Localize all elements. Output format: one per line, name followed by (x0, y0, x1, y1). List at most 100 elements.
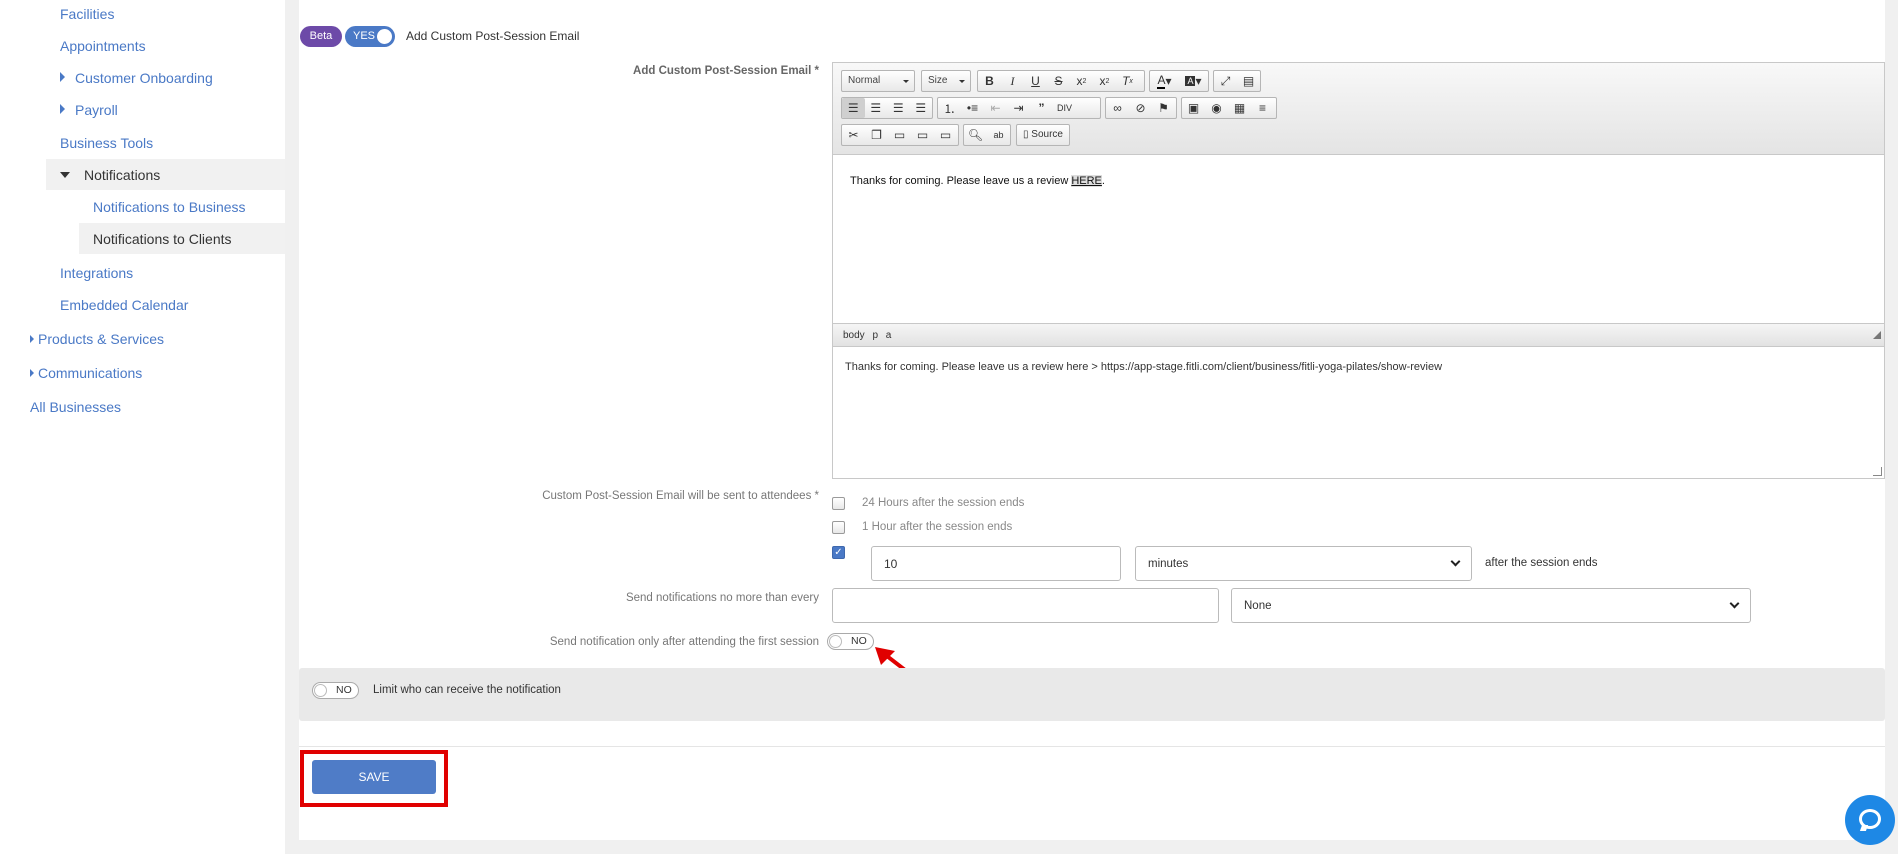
text-style-group: B I U S x2 x2 Tx (977, 70, 1145, 92)
sidebar-item-facilities[interactable]: Facilities (60, 6, 114, 22)
sidebar-item-integrations[interactable]: Integrations (60, 265, 133, 281)
caret-down-icon (60, 172, 70, 178)
chevron-down-icon (903, 80, 909, 83)
sidebar-item-customer-onboarding[interactable]: Customer Onboarding (60, 70, 213, 86)
custom-time-value-input[interactable]: 10 (871, 546, 1121, 581)
limit-label: Limit who can receive the notification (373, 684, 561, 696)
editor-label: Add Custom Post-Session Email * (633, 65, 819, 77)
sidebar-item-notifications[interactable]: Notifications (60, 167, 160, 183)
italic-icon[interactable]: I (1001, 71, 1024, 91)
chevron-down-icon (1450, 556, 1461, 567)
sidebar-item-payroll[interactable]: Payroll (60, 102, 118, 118)
sidebar-item-products-services[interactable]: Products & Services (30, 331, 164, 347)
source-button[interactable]: ▯ Source (1016, 124, 1070, 146)
review-link[interactable]: HERE (1071, 175, 1102, 187)
align-justify-icon[interactable]: ☰ (910, 98, 933, 118)
align-left-icon[interactable]: ☰ (842, 98, 865, 118)
sidebar: Facilities Appointments Customer Onboard… (0, 0, 285, 854)
remove-format-icon[interactable]: Tx (1116, 71, 1139, 91)
sidebar-item-communications[interactable]: Communications (30, 365, 142, 381)
frequency-unit-select[interactable]: None (1231, 588, 1751, 623)
first-session-label: Send notification only after attending t… (549, 636, 819, 648)
blockquote-icon[interactable]: ” (1030, 98, 1053, 118)
show-blocks-icon[interactable]: ▤ (1237, 71, 1260, 91)
option-1h-label: 1 Hour after the session ends (862, 521, 1013, 533)
align-center-icon[interactable]: ☰ (865, 98, 888, 118)
frequency-value-input[interactable] (832, 588, 1219, 623)
toggle-knob (314, 684, 327, 697)
outdent-icon[interactable]: ⇤ (984, 98, 1007, 118)
align-group: ☰ ☰ ☰ ☰ (841, 97, 933, 119)
frequency-label: Send notifications no more than every (625, 592, 819, 604)
element-path-bar: body p a (833, 323, 1884, 347)
sidebar-item-appointments[interactable]: Appointments (60, 38, 146, 54)
first-session-toggle[interactable]: NO (827, 633, 874, 650)
chat-tail (1859, 825, 1869, 831)
list-group: ⒈ •≡ ⇤ ⇥ ” DIV (937, 97, 1101, 119)
background-color-icon[interactable]: A ▾ (1179, 71, 1208, 91)
insert-group: ▣ ◉ ▦ ≡ (1181, 97, 1277, 119)
anchor-flag-icon[interactable]: ⚑ (1152, 98, 1175, 118)
editor-content[interactable]: Thanks for coming. Please leave us a rev… (833, 155, 1884, 323)
limit-recipients-toggle[interactable]: NO (312, 682, 359, 699)
copy-icon[interactable]: ❐ (865, 125, 888, 145)
bulleted-list-icon[interactable]: •≡ (961, 98, 984, 118)
color-group: A ▾ A ▾ (1149, 70, 1209, 92)
caret-right-icon (60, 104, 65, 114)
unlink-icon[interactable]: ⊘ (1129, 98, 1152, 118)
cut-icon[interactable]: ✂ (842, 125, 865, 145)
chevron-down-icon (1729, 598, 1740, 609)
paste-word-icon[interactable]: ▭ (934, 125, 957, 145)
chevron-down-icon (959, 80, 965, 83)
horizontal-rule-icon[interactable]: ≡ (1251, 98, 1274, 118)
maximize-icon[interactable]: ⤢ (1214, 71, 1237, 91)
superscript-icon[interactable]: x2 (1093, 71, 1116, 91)
resize-corner-icon[interactable] (1873, 331, 1881, 339)
replace-icon[interactable]: ab (987, 125, 1010, 145)
find-group: 🔍︎ ab (963, 124, 1011, 146)
toggle-knob (829, 635, 842, 648)
caret-right-icon (30, 335, 34, 343)
divider (299, 746, 1885, 747)
underline-icon[interactable]: U (1024, 71, 1047, 91)
sidebar-item-all-businesses[interactable]: All Businesses (30, 399, 121, 415)
sidebar-item-notifications-to-clients[interactable]: Notifications to Clients (93, 231, 232, 247)
textarea-resize-icon[interactable] (1873, 467, 1882, 476)
option-24h-checkbox[interactable] (832, 497, 845, 510)
bold-icon[interactable]: B (978, 71, 1001, 91)
size-select[interactable]: Size (921, 70, 971, 92)
table-icon[interactable]: ▦ (1228, 98, 1251, 118)
sidebar-item-notifications-to-business[interactable]: Notifications to Business (93, 199, 246, 215)
numbered-list-icon[interactable]: ⒈ (938, 98, 961, 118)
sidebar-item-business-tools[interactable]: Business Tools (60, 135, 153, 151)
toggle-knob (377, 29, 392, 44)
clipboard-group: ✂ ❐ ▭ ▭ ▭ (841, 124, 959, 146)
schedule-label: Custom Post-Session Email will be sent t… (542, 490, 819, 502)
flash-icon[interactable]: ◉ (1205, 98, 1228, 118)
strikethrough-icon[interactable]: S (1047, 71, 1070, 91)
paste-icon[interactable]: ▭ (888, 125, 911, 145)
editor-toolbar: Normal Size B I U S x2 x2 Tx A ▾ A ▾ ⤢ ▤ ☰… (833, 63, 1884, 155)
image-icon[interactable]: ▣ (1182, 98, 1205, 118)
check-icon: ✓ (834, 547, 843, 558)
div-container-icon[interactable]: DIV (1053, 98, 1076, 118)
sidebar-item-embedded-calendar[interactable]: Embedded Calendar (60, 297, 188, 313)
paste-text-icon[interactable]: ▭ (911, 125, 934, 145)
align-right-icon[interactable]: ☰ (887, 98, 910, 118)
text-color-icon[interactable]: A ▾ (1150, 71, 1179, 91)
section-title: Add Custom Post-Session Email (406, 29, 580, 43)
subscript-icon[interactable]: x2 (1070, 71, 1093, 91)
indent-icon[interactable]: ⇥ (1007, 98, 1030, 118)
chat-support-button[interactable] (1845, 795, 1895, 845)
view-group: ⤢ ▤ (1213, 70, 1261, 92)
custom-time-checkbox[interactable]: ✓ (832, 546, 845, 559)
custom-time-unit-select[interactable]: minutes (1135, 546, 1472, 581)
rich-text-editor: Normal Size B I U S x2 x2 Tx A ▾ A ▾ ⤢ ▤ ☰… (832, 62, 1885, 479)
option-1h-checkbox[interactable] (832, 521, 845, 534)
link-icon[interactable]: ∞ (1106, 98, 1129, 118)
custom-time-suffix: after the session ends (1485, 557, 1598, 569)
find-icon[interactable]: 🔍︎ (964, 125, 987, 145)
enable-custom-email-toggle[interactable]: YES (345, 26, 395, 47)
plain-text-area[interactable]: Thanks for coming. Please leave us a rev… (833, 347, 1884, 480)
format-select[interactable]: Normal (841, 70, 915, 92)
